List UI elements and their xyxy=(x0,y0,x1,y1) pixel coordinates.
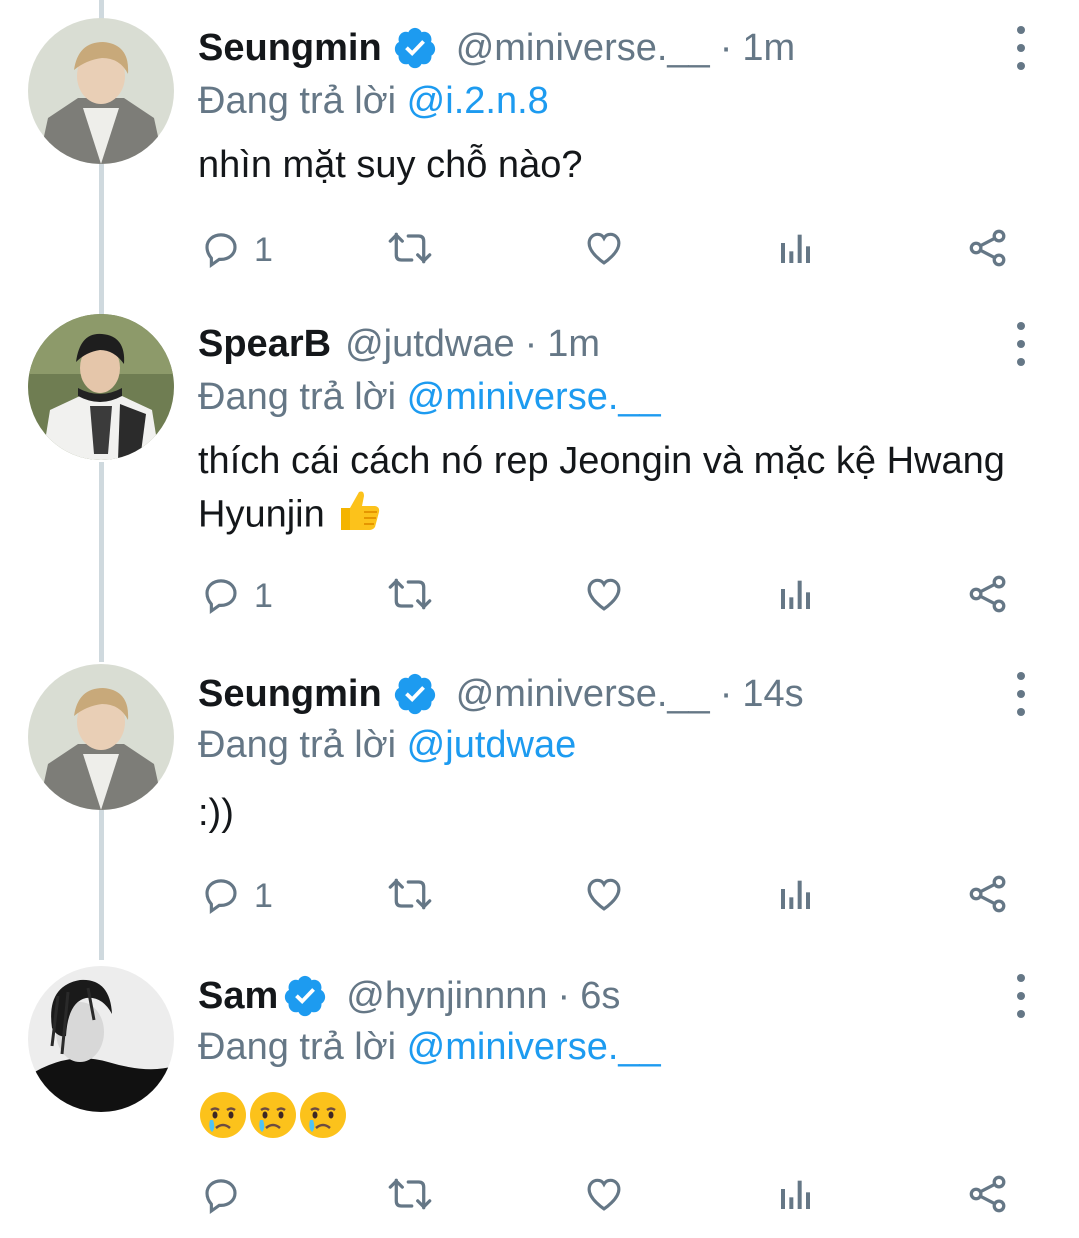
separator: · xyxy=(557,975,571,1017)
author-name[interactable]: Seungmin xyxy=(198,668,382,720)
retweet-button[interactable] xyxy=(386,568,434,624)
avatar[interactable] xyxy=(28,966,174,1112)
share-button[interactable] xyxy=(966,868,1010,924)
analytics-button[interactable] xyxy=(776,568,816,624)
reply-icon xyxy=(200,873,242,920)
author-name[interactable]: SpearB xyxy=(198,318,331,370)
author-handle[interactable]: @miniverse.__ xyxy=(456,22,710,74)
tweet-text: :)) xyxy=(198,792,234,834)
thumbs-up-emoji xyxy=(335,486,383,547)
tweet-text xyxy=(198,1090,1038,1153)
reply-count: 1 xyxy=(254,230,273,269)
author-name[interactable]: Sam xyxy=(198,970,278,1022)
crying-face-emoji xyxy=(298,1090,348,1153)
reply-prefix: Đang trả lời xyxy=(198,376,397,418)
heart-icon xyxy=(582,1173,626,1220)
author-handle[interactable]: @jutdwae xyxy=(345,318,515,370)
author-handle[interactable]: @hynjinnnn xyxy=(346,970,547,1022)
retweet-icon xyxy=(386,573,434,620)
reply-mention[interactable]: @miniverse.__ xyxy=(407,1026,661,1068)
retweet-icon xyxy=(386,873,434,920)
retweet-button[interactable] xyxy=(386,1168,434,1224)
share-icon xyxy=(966,572,1010,621)
reply-count: 1 xyxy=(254,876,273,915)
analytics-icon xyxy=(776,1174,816,1219)
reply-mention[interactable]: @miniverse.__ xyxy=(407,376,661,418)
analytics-button[interactable] xyxy=(776,868,816,924)
reply-button[interactable] xyxy=(200,1168,254,1224)
reply-context: Đang trả lời @jutdwae xyxy=(198,720,576,770)
heart-icon xyxy=(582,873,626,920)
reply-button[interactable]: 1 xyxy=(200,868,273,924)
more-vertical-icon[interactable] xyxy=(1006,672,1036,716)
reply-mention[interactable]: @i.2.n.8 xyxy=(407,80,549,122)
reply-button[interactable]: 1 xyxy=(200,222,273,278)
reply-icon xyxy=(200,573,242,620)
reply-icon xyxy=(200,227,242,274)
timestamp[interactable]: 6s xyxy=(580,970,620,1022)
timestamp[interactable]: 14s xyxy=(742,668,803,720)
analytics-icon xyxy=(776,228,816,273)
reply-mention[interactable]: @jutdwae xyxy=(407,724,577,766)
reply-prefix: Đang trả lời xyxy=(198,724,397,766)
tweet[interactable]: Seungmin @miniverse.__ · 1m Đang trả lời… xyxy=(0,0,1079,296)
like-button[interactable] xyxy=(582,222,626,278)
share-icon xyxy=(966,872,1010,921)
retweet-icon xyxy=(386,1173,434,1220)
reply-context: Đang trả lời @miniverse.__ xyxy=(198,372,661,422)
reply-icon xyxy=(200,1173,242,1220)
crying-face-emoji xyxy=(198,1090,248,1153)
separator: · xyxy=(524,323,538,365)
tweet[interactable]: Seungmin @miniverse.__ · 14s Đang trả lờ… xyxy=(0,642,1079,942)
share-icon xyxy=(966,1172,1010,1221)
tweet[interactable]: SpearB @jutdwae · 1m Đang trả lời @miniv… xyxy=(0,296,1079,640)
avatar[interactable] xyxy=(28,18,174,164)
heart-icon xyxy=(582,227,626,274)
analytics-icon xyxy=(776,874,816,919)
tweet-text: nhìn mặt suy chỗ nào? xyxy=(198,144,583,186)
tweet-text-content: thích cái cách nó rep Jeongin và mặc kệ … xyxy=(198,440,1005,536)
retweet-button[interactable] xyxy=(386,868,434,924)
separator: · xyxy=(719,27,733,69)
reply-context: Đang trả lời @miniverse.__ xyxy=(198,1022,661,1072)
timestamp[interactable]: 1m xyxy=(742,22,795,74)
more-vertical-icon[interactable] xyxy=(1006,974,1036,1018)
more-vertical-icon[interactable] xyxy=(1006,322,1036,366)
author-name[interactable]: Seungmin xyxy=(198,22,382,74)
analytics-button[interactable] xyxy=(776,1168,816,1224)
avatar[interactable] xyxy=(28,664,174,810)
analytics-icon xyxy=(776,574,816,619)
share-button[interactable] xyxy=(966,222,1010,278)
retweet-button[interactable] xyxy=(386,222,434,278)
retweet-icon xyxy=(386,227,434,274)
reply-button[interactable]: 1 xyxy=(200,568,273,624)
action-bar: 1 xyxy=(0,222,1079,278)
action-bar: 1 xyxy=(0,568,1079,624)
more-vertical-icon[interactable] xyxy=(1006,26,1036,70)
tweet-text: thích cái cách nó rep Jeongin và mặc kệ … xyxy=(198,436,1038,547)
verified-badge-icon xyxy=(282,973,328,1019)
action-bar xyxy=(0,1168,1079,1224)
action-bar: 1 xyxy=(0,868,1079,924)
crying-face-emoji xyxy=(248,1090,298,1153)
reply-context: Đang trả lời @i.2.n.8 xyxy=(198,76,549,126)
reply-prefix: Đang trả lời xyxy=(198,80,397,122)
share-button[interactable] xyxy=(966,568,1010,624)
tweet[interactable]: Sam @hynjinnnn · 6s Đang trả lời @minive… xyxy=(0,944,1079,1238)
like-button[interactable] xyxy=(582,868,626,924)
share-button[interactable] xyxy=(966,1168,1010,1224)
timestamp[interactable]: 1m xyxy=(547,318,600,370)
avatar[interactable] xyxy=(28,314,174,460)
heart-icon xyxy=(582,573,626,620)
author-handle[interactable]: @miniverse.__ xyxy=(456,668,710,720)
reply-count: 1 xyxy=(254,576,273,615)
share-icon xyxy=(966,226,1010,275)
reply-prefix: Đang trả lời xyxy=(198,1026,397,1068)
like-button[interactable] xyxy=(582,1168,626,1224)
verified-badge-icon xyxy=(392,25,438,71)
analytics-button[interactable] xyxy=(776,222,816,278)
like-button[interactable] xyxy=(582,568,626,624)
separator: · xyxy=(719,673,733,715)
verified-badge-icon xyxy=(392,671,438,717)
